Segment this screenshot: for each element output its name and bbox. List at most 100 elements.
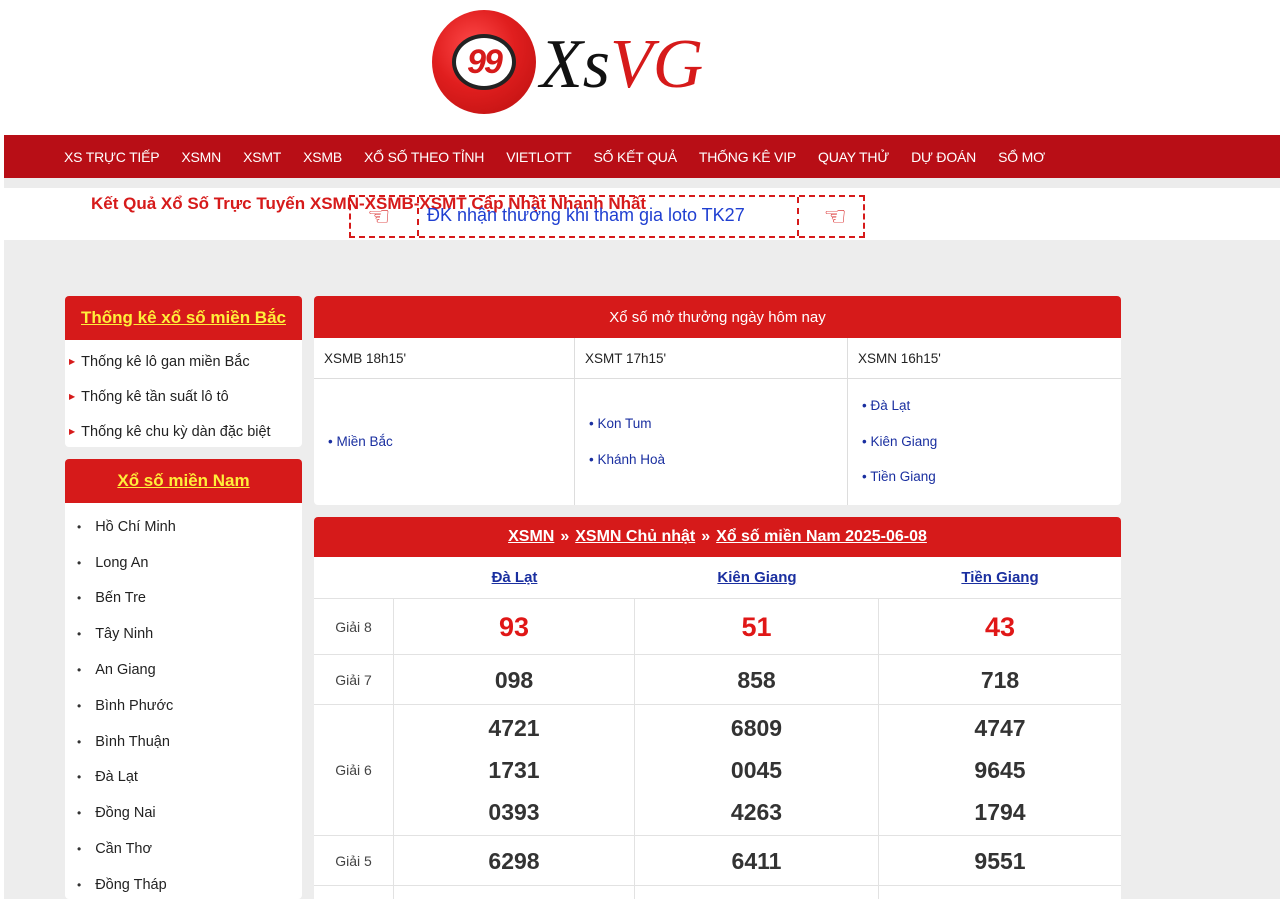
prize-cell <box>879 886 1121 899</box>
sidebar-item-lo-gan[interactable]: ▶ Thống kê lô gan miền Bắc <box>65 344 302 379</box>
sidebar-item-tan-suat[interactable]: ▶ Thống kê tần suất lô tô <box>65 379 302 414</box>
nav-item-so-ket-qua[interactable]: SỐ KẾT QUẢ <box>594 149 678 165</box>
pointing-hand-icon: ☞ <box>367 201 391 231</box>
sidebar-item-label: Thống kê tần suất lô tô <box>81 388 229 405</box>
sidebar-title-xo-so-mien-nam[interactable]: Xổ số miền Nam <box>117 471 249 491</box>
nav-item-xs-truc-tiep[interactable]: XS TRỰC TIẾP <box>64 149 160 165</box>
prize-cell: 6411 <box>635 836 879 885</box>
sidebar-item-province[interactable]: • Đà Lạt <box>65 760 302 796</box>
logo-word-part1: Xs <box>540 26 610 103</box>
bullet-icon: • <box>77 663 82 678</box>
site-logo[interactable]: 99 XsVG <box>432 10 732 114</box>
today-link-tien-giang[interactable]: • Tiền Giang <box>862 459 1121 495</box>
sidebar-item-province[interactable]: • Đồng Nai <box>65 795 302 831</box>
sidebar-item-label: Long An <box>95 554 149 571</box>
sidebar-title-thong-ke-mien-bac[interactable]: Thống kê xổ số miền Bắc <box>81 308 286 328</box>
sidebar-card-thong-ke-mien-bac: Thống kê xổ số miền Bắc ▶ Thống kê lô gan… <box>65 296 302 447</box>
prize-label: Giải 6 <box>314 705 394 835</box>
prize-cell: 4747 9645 1794 <box>879 705 1121 835</box>
nav-item-quay-thu[interactable]: QUAY THỬ <box>818 149 889 165</box>
sidebar-item-province[interactable]: • Hồ Chí Minh <box>65 509 302 545</box>
sidebar-item-label: Bến Tre <box>95 590 146 607</box>
sidebar-item-province[interactable]: • Bình Thuận <box>65 724 302 760</box>
today-draws-columns: XSMB 18h15' • Miền Bắc XSMT 17h15' • Kon… <box>314 338 1121 505</box>
sidebar-item-province[interactable]: • Tây Ninh <box>65 616 302 652</box>
promo-divider <box>797 197 799 236</box>
sidebar-item-province[interactable]: • Đồng Tháp <box>65 867 302 899</box>
logo-wordmark: XsVG <box>540 30 703 100</box>
today-link-da-lat[interactable]: • Đà Lạt <box>862 388 1121 424</box>
prize-number: 4263 <box>730 799 783 825</box>
nav-item-xsmt[interactable]: XSMT <box>243 149 281 165</box>
bullet-icon: • <box>77 627 82 642</box>
today-col-label: XSMT 17h15' <box>575 338 847 379</box>
nav-item-xsmb[interactable]: XSMB <box>303 149 342 165</box>
lottery-ball-icon: 99 <box>432 10 536 114</box>
sidebar-item-label: Đà Lạt <box>95 769 138 786</box>
nav-item-vietlott[interactable]: VIETLOTT <box>506 149 571 165</box>
breadcrumb-xsmn[interactable]: XSMN <box>508 528 554 546</box>
today-draws-panel: Xổ số mở thưởng ngày hôm nay XSMB 18h15'… <box>314 296 1121 505</box>
prize-row-giai-6: Giải 6 4721 1731 0393 6809 0045 4263 474… <box>314 705 1121 836</box>
nav-item-thong-ke-vip[interactable]: THỐNG KÊ VIP <box>699 149 796 165</box>
logo-word-part2: VG <box>610 26 704 103</box>
prize-label <box>314 886 394 899</box>
prize-cell: 43 <box>879 599 1121 654</box>
today-col-links: • Đà Lạt • Kiên Giang • Tiền Giang <box>848 379 1121 504</box>
province-tien-giang[interactable]: Tiền Giang <box>879 557 1121 598</box>
prize-label: Giải 8 <box>314 599 394 654</box>
today-col-links: • Miền Bắc <box>314 379 574 504</box>
today-link-khanh-hoa[interactable]: • Khánh Hoà <box>589 442 847 478</box>
header-blank-cell <box>314 557 394 598</box>
promo-link[interactable]: ĐK nhận thưởng khi tham gia loto TK27 <box>427 205 745 226</box>
breadcrumb-separator: » <box>701 528 711 545</box>
prize-row-giai-7: Giải 7 098 858 718 <box>314 655 1121 705</box>
promo-banner[interactable]: ☞ ĐK nhận thưởng khi tham gia loto TK27 … <box>349 195 865 238</box>
prize-label: Giải 5 <box>314 836 394 885</box>
results-breadcrumb: XSMN » XSMN Chủ nhật » Xổ số miền Nam 20… <box>314 517 1121 557</box>
prize-cell <box>394 886 635 899</box>
today-draws-title: Xổ số mở thưởng ngày hôm nay <box>314 296 1121 338</box>
prize-number: 718 <box>980 666 1020 693</box>
province-kien-giang[interactable]: Kiên Giang <box>635 557 879 598</box>
sidebar-item-label: Đồng Nai <box>95 805 156 822</box>
bullet-icon: • <box>77 842 82 857</box>
nav-item-so-mo[interactable]: SỔ MƠ <box>998 149 1045 165</box>
sidebar-item-province[interactable]: • Bến Tre <box>65 581 302 617</box>
sidebar-item-label: Thống kê lô gan miền Bắc <box>81 353 250 370</box>
prize-number: 0393 <box>488 799 540 825</box>
sidebar-item-label: Đồng Tháp <box>95 876 167 893</box>
prize-number: 9551 <box>974 847 1026 874</box>
sidebar-card-xo-so-mien-nam: Xổ số miền Nam • Hồ Chí Minh • Long An • Bế… <box>65 459 302 899</box>
sidebar-item-label: Thống kê chu kỳ dàn đặc biệt <box>81 423 271 440</box>
today-col-label: XSMN 16h15' <box>848 338 1121 379</box>
today-link-mien-bac[interactable]: • Miền Bắc <box>328 424 574 460</box>
prize-cell <box>635 886 879 899</box>
prize-number: 4747 <box>974 715 1026 741</box>
breadcrumb-xo-so-mien-nam-date[interactable]: Xổ số miền Nam 2025-06-08 <box>716 528 927 546</box>
sidebar-item-province[interactable]: • Cần Thơ <box>65 831 302 867</box>
province-da-lat[interactable]: Đà Lạt <box>394 557 635 598</box>
nav-item-xsmn[interactable]: XSMN <box>181 149 221 165</box>
sidebar-card-header: Thống kê xổ số miền Bắc <box>65 296 302 340</box>
sidebar-item-province[interactable]: • Long An <box>65 545 302 581</box>
nav-item-xo-so-theo-tinh[interactable]: XỔ SỐ THEO TỈNH <box>364 149 484 165</box>
sidebar-item-province[interactable]: • Bình Phước <box>65 688 302 724</box>
today-col-xsmn: XSMN 16h15' • Đà Lạt • Kiên Giang • Tiền… <box>848 338 1121 505</box>
triangle-right-icon: ▶ <box>69 427 76 436</box>
province-header-row: Đà Lạt Kiên Giang Tiền Giang <box>314 557 1121 599</box>
triangle-right-icon: ▶ <box>69 357 76 366</box>
sidebar-item-label: Bình Thuận <box>95 733 170 750</box>
sidebar-item-chu-ky[interactable]: ▶ Thống kê chu kỳ dàn đặc biệt <box>65 414 302 449</box>
breadcrumb-xsmn-chu-nhat[interactable]: XSMN Chủ nhật <box>575 528 695 546</box>
prize-cell: 098 <box>394 655 635 704</box>
today-link-kon-tum[interactable]: • Kon Tum <box>589 406 847 442</box>
prize-cell: 718 <box>879 655 1121 704</box>
bullet-icon: • <box>77 591 82 606</box>
nav-item-du-doan[interactable]: DỰ ĐOÁN <box>911 149 976 165</box>
sidebar-item-province[interactable]: • An Giang <box>65 652 302 688</box>
today-link-kien-giang[interactable]: • Kiên Giang <box>862 424 1121 460</box>
pointing-hand-icon: ☜ <box>823 201 847 231</box>
prize-cell: 6809 0045 4263 <box>635 705 879 835</box>
prize-cell: 93 <box>394 599 635 654</box>
